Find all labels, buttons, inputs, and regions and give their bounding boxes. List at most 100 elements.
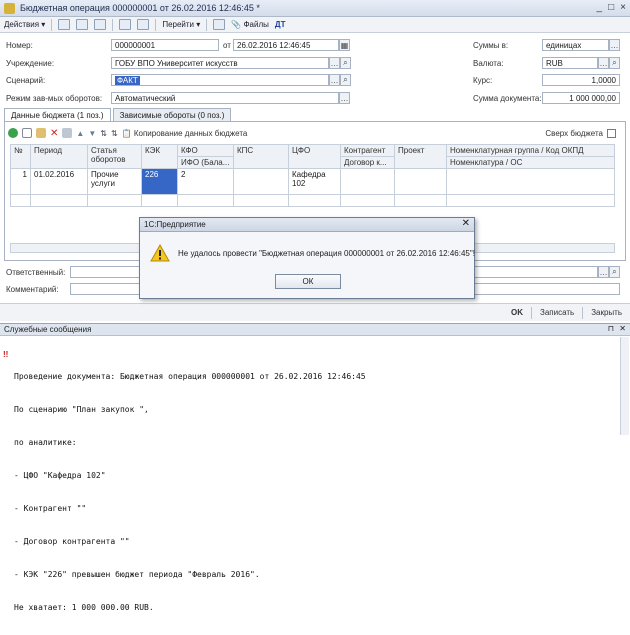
cell-article[interactable]: Прочие услуги <box>87 168 142 195</box>
date-field[interactable]: 26.02.2016 12:46:45 <box>233 39 339 51</box>
col-article: Статья оборотов <box>87 144 142 169</box>
goto-menu[interactable]: Перейти ▾ <box>162 20 200 29</box>
institution-label: Учреждение: <box>6 59 55 68</box>
dt-icon[interactable]: ДТ <box>275 20 286 29</box>
currency-field[interactable]: RUB <box>542 57 598 69</box>
over-budget-checkbox[interactable] <box>607 128 616 138</box>
warning-icon <box>150 244 170 262</box>
cell-period[interactable]: 01.02.2016 <box>30 168 88 195</box>
cell-nomenclature[interactable] <box>446 168 615 195</box>
delete-row-icon[interactable]: ✕ <box>50 128 58 139</box>
post-icon[interactable] <box>58 19 71 30</box>
maximize-icon[interactable]: □ <box>608 2 614 13</box>
select-button[interactable]: … <box>598 57 609 69</box>
message-line: По сценарию "План закупок ", <box>14 405 149 414</box>
sums-label: Суммы в: <box>473 41 509 50</box>
close-icon[interactable]: ✕ <box>462 218 470 229</box>
close-icon[interactable]: ✕ <box>619 324 626 333</box>
print-icon[interactable] <box>137 19 150 30</box>
tab-dependent-turnovers[interactable]: Зависимые обороты (0 поз.) <box>112 108 232 122</box>
document-icon <box>4 3 15 14</box>
dialog-ok-button[interactable]: ОК <box>275 274 341 289</box>
actions-menu[interactable]: Действия ▾ <box>4 20 45 29</box>
col-kek: КЭК <box>141 144 178 169</box>
close-icon[interactable]: × <box>620 2 626 13</box>
select-button[interactable]: … <box>329 57 340 69</box>
cell-project[interactable] <box>394 168 447 195</box>
message-line: - Контрагент "" <box>14 504 87 513</box>
message-line: - ЦФО "Кафедра 102" <box>14 471 106 480</box>
end-edit-icon[interactable] <box>62 128 73 138</box>
add-row-icon[interactable] <box>8 128 18 138</box>
number-label: Номер: <box>6 41 33 50</box>
col-cfo: ЦФО <box>288 144 341 169</box>
search-icon[interactable]: ⌕ <box>609 266 620 278</box>
move-up-icon[interactable]: ▲ <box>76 129 84 138</box>
cell-kfo[interactable]: 2 <box>177 168 234 195</box>
rate-field[interactable]: 1,0000 <box>542 74 620 86</box>
message-line: Проведение документа: Бюджетная операция… <box>14 372 366 381</box>
col-kfo: КФО <box>177 144 234 157</box>
select-button[interactable]: … <box>609 39 620 51</box>
ok-button[interactable]: OK <box>511 308 523 317</box>
sums-field[interactable]: единицах <box>542 39 609 51</box>
form-toolbar: Действия ▾ Перейти ▾ 📎 Файлы ДТ <box>0 17 630 33</box>
help-icon[interactable] <box>213 19 226 30</box>
vertical-scrollbar[interactable] <box>620 337 629 435</box>
search-icon[interactable]: ⌕ <box>340 74 351 86</box>
cell-cfo[interactable]: Кафедра 102 <box>288 168 341 195</box>
form-footer: OK Записать Закрыть <box>0 303 630 321</box>
comment-label: Комментарий: <box>6 285 59 294</box>
calendar-icon[interactable]: ▦ <box>339 39 350 51</box>
messages-title: Служебные сообщения <box>4 325 92 334</box>
date-label: от <box>223 41 231 50</box>
tab-budget-data[interactable]: Данные бюджета (1 поз.) <box>4 108 111 122</box>
institution-field[interactable]: ГОБУ ВПО Университет искусств <box>111 57 329 69</box>
cell-number[interactable]: 1 <box>10 168 31 195</box>
messages-body: !! Проведение документа: Бюджетная опера… <box>0 336 630 635</box>
copy-row-icon[interactable] <box>22 128 32 138</box>
currency-label: Валюта: <box>473 59 504 68</box>
col-project: Проект <box>394 144 447 169</box>
col-period: Период <box>30 144 88 169</box>
mode-label: Режим зав-мых оборотов: <box>6 94 103 103</box>
close-button[interactable]: Закрыть <box>591 308 622 317</box>
pin-icon[interactable]: ⊓ <box>608 324 614 333</box>
sort-asc-icon[interactable]: ⇅ <box>100 129 107 138</box>
cell-contragent[interactable] <box>340 168 395 195</box>
edit-row-icon[interactable] <box>36 128 46 138</box>
select-button[interactable]: … <box>339 92 350 104</box>
responsible-label: Ответственный: <box>6 268 66 277</box>
cell-kek[interactable]: 226 <box>141 168 178 195</box>
minimize-icon[interactable]: _ <box>597 2 603 13</box>
search-icon[interactable]: ⌕ <box>609 57 620 69</box>
files-button[interactable]: 📎 Файлы <box>231 20 269 29</box>
sort-desc-icon[interactable]: ⇅ <box>111 129 118 138</box>
dialog-title-bar: 1С:Предприятие ✕ <box>140 218 474 232</box>
mode-field[interactable]: Автоматический <box>111 92 339 104</box>
select-button[interactable]: … <box>598 266 609 278</box>
dialog-title: 1С:Предприятие <box>144 220 206 229</box>
col-nomenclature: Номенклатура / ОС <box>446 156 615 169</box>
table-row[interactable]: 1 01.02.2016 Прочие услуги 226 2 Кафедра… <box>10 168 615 195</box>
cell-kps[interactable] <box>233 168 289 195</box>
copy-icon[interactable] <box>94 19 107 30</box>
total-label: Сумма документа: <box>473 94 542 103</box>
move-down-icon[interactable]: ▼ <box>88 129 96 138</box>
error-marker-icon: !! <box>3 350 9 359</box>
messages-header: Служебные сообщения ⊓ ✕ <box>0 324 630 336</box>
window-title-bar: Бюджетная операция 000000001 от 26.02.20… <box>0 0 630 17</box>
message-line: Не хватает: 1 000 000.00 RUB. <box>14 603 154 612</box>
search-icon[interactable]: ⌕ <box>340 57 351 69</box>
list-icon[interactable] <box>76 19 89 30</box>
message-line: - Договор контрагента "" <box>14 537 130 546</box>
scenario-label: Сценарий: <box>6 76 46 85</box>
number-field[interactable]: 000000001 <box>111 39 219 51</box>
col-contract: Договор к... <box>340 156 395 169</box>
select-button[interactable]: … <box>329 74 340 86</box>
copy-budget-data-button[interactable]: 📋 Копирование данных бюджета <box>122 129 248 138</box>
structure-icon[interactable] <box>119 19 132 30</box>
scenario-field[interactable]: ФАКТ <box>111 74 329 86</box>
save-button[interactable]: Записать <box>540 308 574 317</box>
col-kps: КПС <box>233 144 289 169</box>
